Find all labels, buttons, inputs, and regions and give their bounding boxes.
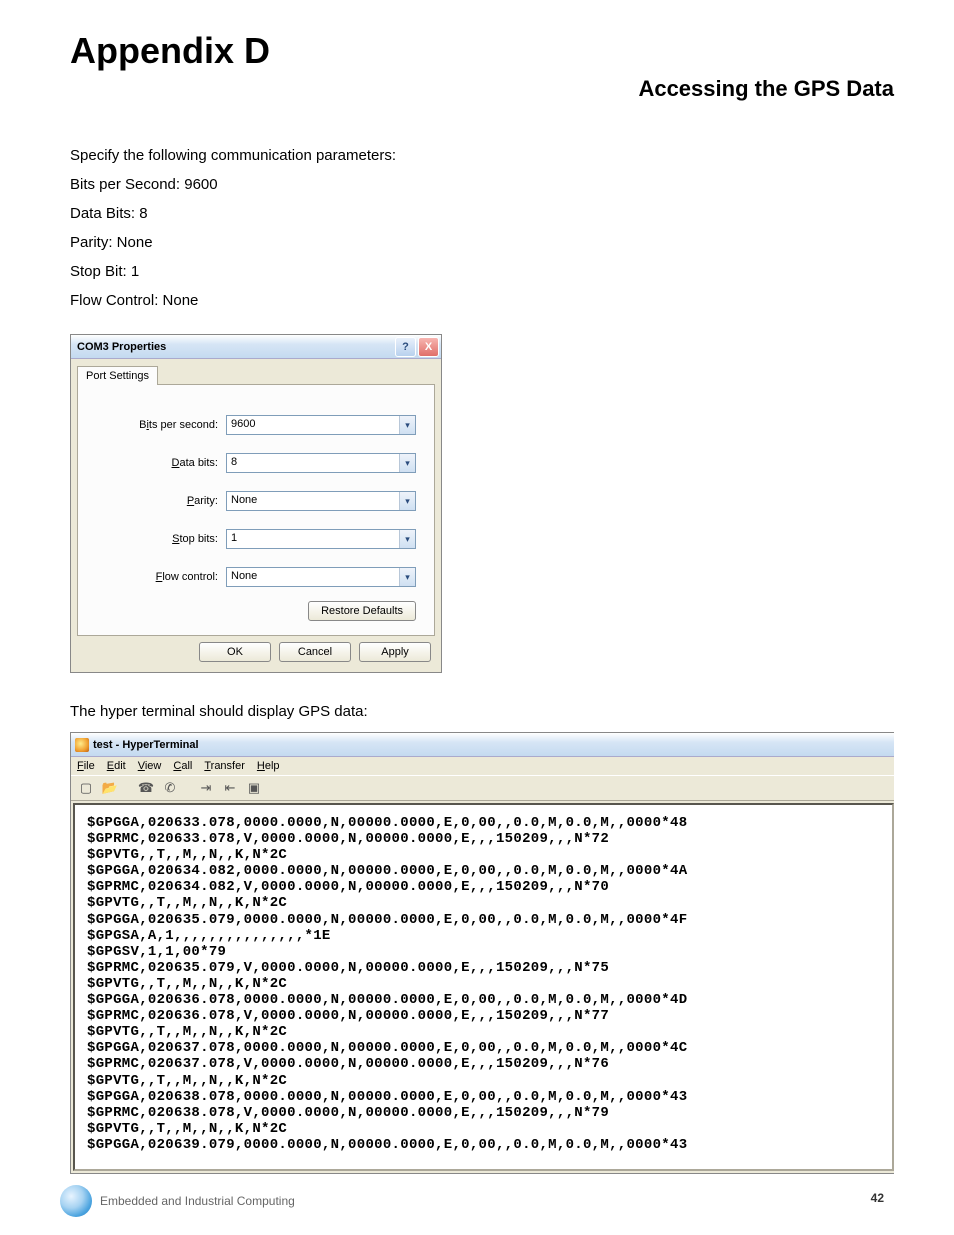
terminal-output: $GPGGA,020633.078,0000.0000,N,00000.0000… <box>73 803 894 1171</box>
bits-per-second-combo[interactable]: 9600 ▾ <box>226 415 416 435</box>
menu-call[interactable]: Call <box>173 760 192 772</box>
toolbar: ▢ 📂 ☎ ✆ ⇥ ⇤ ▣ <box>71 775 894 801</box>
gps-line: $GPRMC,020635.079,V,0000.0000,N,00000.00… <box>87 960 880 976</box>
hyperterminal-titlebar: test - HyperTerminal <box>71 733 894 757</box>
gps-line: $GPVTG,,T,,M,,N,,K,N*2C <box>87 976 880 992</box>
page-number: 42 <box>871 1191 884 1205</box>
combo-value: None <box>227 492 399 510</box>
combo-value: 1 <box>227 530 399 548</box>
open-icon[interactable]: 📂 <box>101 779 119 797</box>
menu-file[interactable]: File <box>77 760 95 772</box>
dialog-title: COM3 Properties <box>77 341 393 353</box>
help-button[interactable]: ? <box>395 337 416 357</box>
intro-line: Specify the following communication para… <box>70 142 894 169</box>
gps-line: $GPVTG,,T,,M,,N,,K,N*2C <box>87 1073 880 1089</box>
chevron-down-icon[interactable]: ▾ <box>399 454 415 472</box>
parity-combo[interactable]: None ▾ <box>226 491 416 511</box>
send-icon[interactable]: ⇥ <box>197 779 215 797</box>
gps-line: $GPRMC,020636.078,V,0000.0000,N,00000.00… <box>87 1008 880 1024</box>
bits-per-second-label: Bits per second: <box>96 419 226 431</box>
receive-icon[interactable]: ⇤ <box>221 779 239 797</box>
page-footer: Embedded and Industrial Computing <box>60 1185 890 1217</box>
data-bits-combo[interactable]: 8 ▾ <box>226 453 416 473</box>
gps-line: $GPGGA,020638.078,0000.0000,N,00000.0000… <box>87 1089 880 1105</box>
gps-line: $GPGGA,020633.078,0000.0000,N,00000.0000… <box>87 815 880 831</box>
parity-label: Parity: <box>96 495 226 507</box>
gps-line: $GPRMC,020638.078,V,0000.0000,N,00000.00… <box>87 1105 880 1121</box>
menu-view[interactable]: View <box>138 760 162 772</box>
gps-line: $GPGGA,020639.079,0000.0000,N,00000.0000… <box>87 1137 880 1153</box>
logo-orb-icon <box>60 1185 92 1217</box>
new-icon[interactable]: ▢ <box>77 779 95 797</box>
apply-button[interactable]: Apply <box>359 642 431 662</box>
properties-icon[interactable]: ▣ <box>245 779 263 797</box>
intro-block: Specify the following communication para… <box>70 142 894 314</box>
gps-line: $GPGSA,A,1,,,,,,,,,,,,,,,*1E <box>87 928 880 944</box>
disconnect-icon[interactable]: ✆ <box>161 779 179 797</box>
menu-transfer[interactable]: Transfer <box>204 760 245 772</box>
close-button[interactable]: X <box>418 337 439 357</box>
gps-line: $GPGGA,020637.078,0000.0000,N,00000.0000… <box>87 1040 880 1056</box>
gps-line: $GPGGA,020634.082,0000.0000,N,00000.0000… <box>87 863 880 879</box>
gps-line: $GPGGA,020635.079,0000.0000,N,00000.0000… <box>87 912 880 928</box>
restore-defaults-button[interactable]: Restore Defaults <box>308 601 416 621</box>
stop-bits-label: Stop bits: <box>96 533 226 545</box>
gps-line: $GPRMC,020633.078,V,0000.0000,N,00000.00… <box>87 831 880 847</box>
caption-text: The hyper terminal should display GPS da… <box>70 703 894 720</box>
gps-line: $GPRMC,020637.078,V,0000.0000,N,00000.00… <box>87 1056 880 1072</box>
intro-line: Bits per Second: 9600 <box>70 171 894 198</box>
hyperterminal-title: test - HyperTerminal <box>93 739 199 751</box>
com3-properties-dialog: COM3 Properties ? X Port Settings Bits p… <box>70 334 442 673</box>
chevron-down-icon[interactable]: ▾ <box>399 416 415 434</box>
chevron-down-icon[interactable]: ▾ <box>399 530 415 548</box>
intro-line: Parity: None <box>70 229 894 256</box>
intro-line: Flow Control: None <box>70 287 894 314</box>
intro-line: Stop Bit: 1 <box>70 258 894 285</box>
combo-value: None <box>227 568 399 586</box>
menubar: File Edit View Call Transfer Help <box>71 757 894 775</box>
data-bits-label: Data bits: <box>96 457 226 469</box>
chevron-down-icon[interactable]: ▾ <box>399 568 415 586</box>
connect-icon[interactable]: ☎ <box>137 779 155 797</box>
gps-line: $GPGGA,020636.078,0000.0000,N,00000.0000… <box>87 992 880 1008</box>
ok-button[interactable]: OK <box>199 642 271 662</box>
page-subtitle: Accessing the GPS Data <box>70 76 894 102</box>
menu-help[interactable]: Help <box>257 760 280 772</box>
gps-line: $GPVTG,,T,,M,,N,,K,N*2C <box>87 847 880 863</box>
gps-line: $GPVTG,,T,,M,,N,,K,N*2C <box>87 895 880 911</box>
gps-line: $GPVTG,,T,,M,,N,,K,N*2C <box>87 1121 880 1137</box>
intro-line: Data Bits: 8 <box>70 200 894 227</box>
chevron-down-icon[interactable]: ▾ <box>399 492 415 510</box>
footer-text: Embedded and Industrial Computing <box>100 1194 295 1208</box>
menu-edit[interactable]: Edit <box>107 760 126 772</box>
gps-line: $GPGSV,1,1,00*79 <box>87 944 880 960</box>
hyperterminal-window: test - HyperTerminal File Edit View Call… <box>70 732 894 1174</box>
combo-value: 8 <box>227 454 399 472</box>
stop-bits-combo[interactable]: 1 ▾ <box>226 529 416 549</box>
hyperterminal-icon <box>75 738 89 752</box>
combo-value: 9600 <box>227 416 399 434</box>
dialog-titlebar: COM3 Properties ? X <box>71 335 441 359</box>
page-title: Appendix D <box>70 30 894 72</box>
flow-control-combo[interactable]: None ▾ <box>226 567 416 587</box>
gps-line: $GPVTG,,T,,M,,N,,K,N*2C <box>87 1024 880 1040</box>
cancel-button[interactable]: Cancel <box>279 642 351 662</box>
gps-line: $GPRMC,020634.082,V,0000.0000,N,00000.00… <box>87 879 880 895</box>
flow-control-label: Flow control: <box>96 571 226 583</box>
tab-port-settings[interactable]: Port Settings <box>77 366 158 385</box>
tab-panel: Bits per second: 9600 ▾ Data bits: 8 ▾ P… <box>77 384 435 636</box>
